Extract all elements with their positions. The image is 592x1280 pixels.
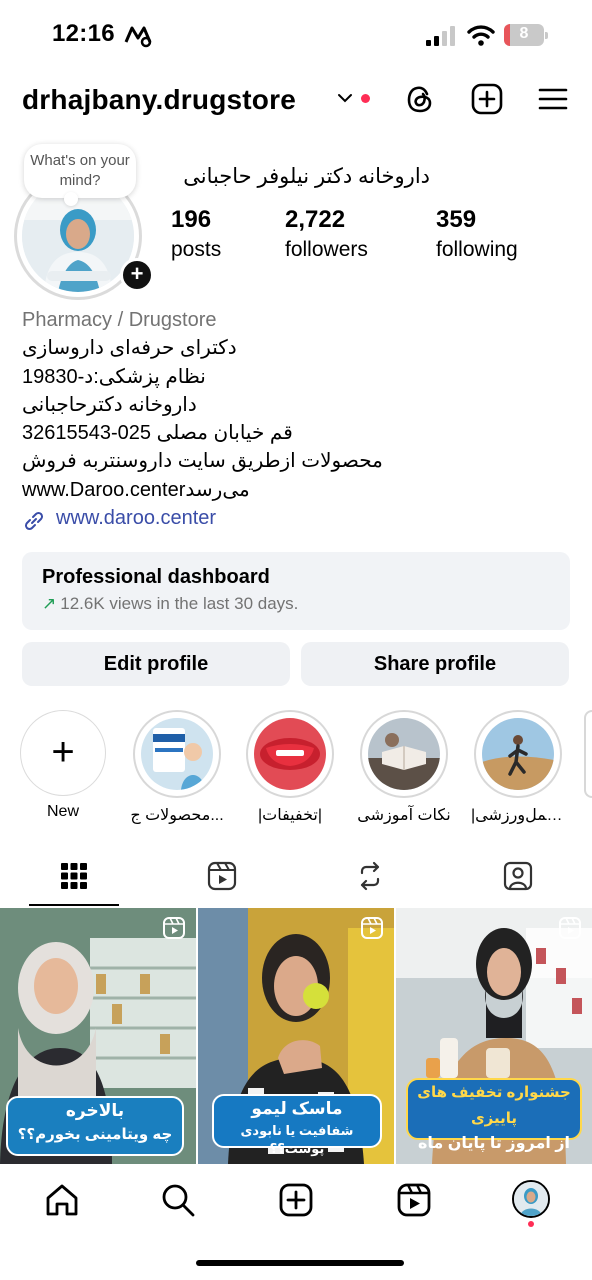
create-post-icon[interactable] (470, 82, 504, 116)
stat-followers[interactable]: 2,722 followers (285, 206, 368, 262)
share-profile-button[interactable]: Share profile (301, 642, 569, 686)
battery-icon: 8 (504, 24, 548, 46)
highlight-products[interactable]: محصولات ج... (130, 710, 224, 825)
professional-dashboard[interactable]: Professional dashboard ↗ 12.6K views in t… (22, 552, 570, 630)
focus-mode-icon (124, 26, 152, 48)
plus-icon: + (51, 730, 75, 774)
active-tab-indicator (29, 904, 119, 906)
post-caption-subtitle: از امروز تا پایان ماه (417, 1135, 571, 1152)
post-caption-subtitle: چه ویتامینی بخورم؟؟ (17, 1126, 173, 1143)
post-grid: بالاخره چه ویتامینی بخورم؟؟ ماسک لیمو شف… (0, 908, 592, 1166)
bio-line: قم خیابان مصلی 025-32615543 (22, 422, 293, 445)
full-name: داروخانه دکتر نیلوفر حاجبانی (183, 165, 430, 188)
highlight-partial[interactable] (584, 710, 592, 798)
profile-nav-avatar[interactable] (512, 1180, 550, 1218)
dashboard-title: Professional dashboard (42, 566, 270, 588)
reels-icon (207, 861, 237, 891)
username-switcher[interactable]: drhajbany.drugstore (22, 84, 296, 116)
notification-dot (528, 1221, 534, 1227)
stat-posts[interactable]: 196 posts (171, 206, 221, 262)
threads-icon[interactable] (403, 82, 437, 116)
bottom-navigation (0, 1168, 592, 1236)
reels-nav-icon[interactable] (394, 1180, 434, 1220)
bio-line: محصولات ازطریق سایت داروسنتربه فروش (22, 450, 383, 473)
stat-label: followers (285, 238, 368, 261)
repost-icon (360, 861, 380, 891)
reel-badge-icon (559, 917, 581, 939)
tab-grid[interactable] (0, 854, 148, 908)
grid-icon (61, 863, 87, 889)
add-story-button[interactable]: + (120, 258, 154, 292)
stat-following[interactable]: 359 following (436, 206, 518, 262)
battery-level: 8 (519, 25, 529, 42)
highlight-cover (368, 718, 440, 790)
highlight-cover (254, 718, 326, 790)
bio-line: www.Daroo.centerمی‌رسد (22, 478, 250, 501)
post-caption-title: جشنواره تخفیف های پاییزی (417, 1084, 571, 1127)
stat-label: posts (171, 238, 222, 261)
post-caption-title: بالاخره (65, 1101, 125, 1120)
stat-value: 2,722 (285, 206, 346, 233)
search-icon[interactable] (158, 1180, 198, 1220)
tagged-user-icon (503, 861, 533, 891)
home-indicator (196, 1260, 404, 1266)
post-tile[interactable]: ماسک لیمو شفافیت یا نابودی پوست؟؟ (198, 908, 394, 1164)
highlight-label: نکات آموزشی (357, 807, 451, 824)
highlight-label: |مکمل‌ورزشی| (471, 807, 565, 824)
post-caption-subtitle: شفافیت یا نابودی پوست؟؟ (240, 1123, 354, 1156)
post-caption-title: ماسک لیمو (251, 1099, 343, 1118)
menu-icon[interactable] (536, 82, 570, 116)
status-time: 12:16 (52, 20, 115, 47)
stat-value: 196 (171, 206, 212, 233)
profile-tabs (0, 854, 592, 908)
stat-label: following (436, 238, 518, 261)
create-icon[interactable] (276, 1180, 316, 1220)
home-icon[interactable] (42, 1180, 82, 1220)
bio-line: دکترای حرفه‌ای داروسازی (22, 337, 237, 360)
status-bar: 12:16 8 (0, 0, 592, 70)
bio-line: داروخانه دکترحاجبانی (22, 393, 197, 416)
trend-up-icon: ↗ (42, 594, 57, 613)
tab-tagged[interactable] (444, 854, 592, 908)
bio-line: نظام پزشکی:د-19830 (22, 365, 206, 388)
post-caption: جشنواره تخفیف های پاییزی از امروز تا پای… (406, 1078, 582, 1152)
reel-badge-icon (163, 917, 185, 939)
highlight-label: محصولات ج... (130, 807, 224, 824)
highlight-discounts[interactable]: |تخفیفات| (243, 710, 337, 825)
dashboard-subtitle: ↗ 12.6K views in the last 30 days. (42, 594, 298, 614)
link-icon (24, 511, 44, 531)
dashboard-views: 12.6K views in the last 30 days. (60, 594, 299, 613)
highlight-label: |تخفیفات| (257, 807, 323, 824)
tab-reels[interactable] (148, 854, 296, 908)
post-caption: بالاخره چه ویتامینی بخورم؟؟ (6, 1096, 184, 1156)
post-tile[interactable]: جشنواره تخفیف های پاییزی از امروز تا پای… (396, 908, 592, 1164)
highlight-cover (141, 718, 213, 790)
post-tile[interactable]: بالاخره چه ویتامینی بخورم؟؟ (0, 908, 196, 1164)
highlight-new[interactable]: + New (16, 710, 110, 821)
reel-badge-icon (361, 917, 383, 939)
notification-dot (361, 94, 370, 103)
chevron-down-icon[interactable] (337, 92, 353, 104)
edit-profile-button[interactable]: Edit profile (22, 642, 290, 686)
bio: Pharmacy / Drugstore دکترای حرفه‌ای دارو… (22, 306, 542, 504)
highlight-educational[interactable]: نکات آموزشی (357, 710, 451, 825)
tab-reposts[interactable] (296, 854, 444, 908)
bio-link-text[interactable]: www.daroo.center (56, 507, 216, 530)
wifi-icon (467, 25, 495, 46)
cellular-signal-icon (426, 26, 455, 46)
note-bubble[interactable]: What's on your mind? (24, 144, 136, 206)
stat-value: 359 (436, 206, 477, 233)
post-caption: ماسک لیمو شفافیت یا نابودی پوست؟؟ (212, 1094, 382, 1156)
profile-category: Pharmacy / Drugstore (22, 309, 217, 331)
highlight-label: New (46, 803, 79, 820)
highlight-sport-supplements[interactable]: |مکمل‌ورزشی| (471, 710, 565, 825)
highlight-cover (482, 718, 554, 790)
profile-header: drhajbany.drugstore (0, 78, 592, 124)
